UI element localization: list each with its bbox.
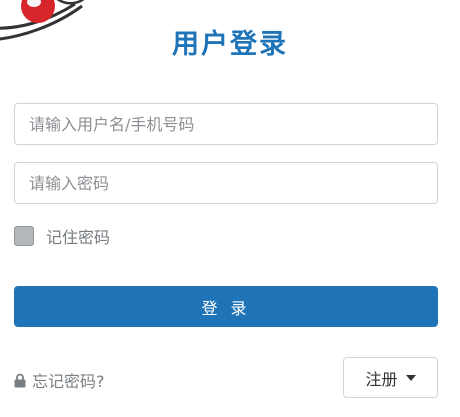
register-label: 注册 [365,369,398,389]
caret-down-icon [405,374,416,381]
page-title: 用户登录 [172,29,288,60]
remember-password-toggle[interactable]: 记住密码 [14,224,110,248]
password-input[interactable] [14,162,438,204]
remember-label: 记住密码 [46,228,111,247]
forgot-password-link[interactable]: 忘记密码? [14,368,105,392]
login-page: 用户登录 记住密码 登 录 忘记密码? 注册 [0,0,460,417]
register-dropdown-button[interactable]: 注册 [343,357,438,398]
remember-checkbox[interactable] [14,226,34,246]
forgot-password-label: 忘记密码? [32,372,105,391]
login-button[interactable]: 登 录 [14,286,438,327]
lock-icon [14,373,26,387]
username-input[interactable] [14,103,438,145]
